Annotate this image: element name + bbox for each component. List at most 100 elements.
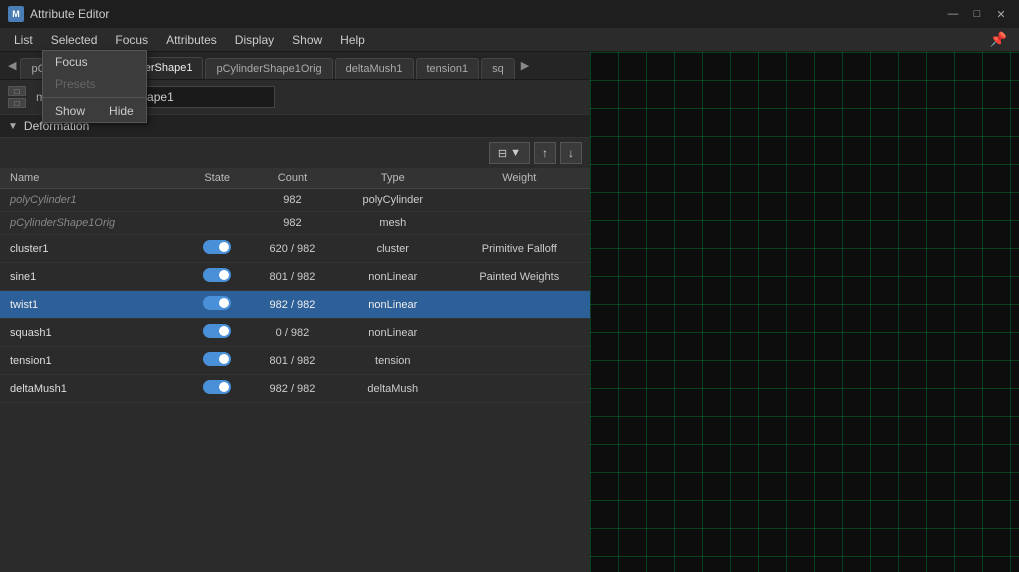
toggle-on[interactable] [203, 352, 231, 366]
dropdown-separator [43, 97, 146, 98]
move-down-button[interactable]: ↓ [560, 142, 582, 164]
row-name: tension1 [0, 347, 186, 375]
dropdown-focus[interactable]: Focus [43, 51, 146, 73]
dropdown-show[interactable]: Show [43, 100, 97, 122]
row-state[interactable] [186, 235, 248, 263]
row-count: 982 / 982 [248, 291, 337, 319]
main-content: ◀ pCylinder1 pCylinderShape1 pCylinderSh… [0, 52, 1019, 572]
row-name: polyCylinder1 [0, 189, 186, 212]
row-count: 0 / 982 [248, 319, 337, 347]
deformation-table: Name State Count Type Weight polyCylinde… [0, 168, 590, 403]
app-window: M Attribute Editor — □ ✕ List Selected F… [0, 0, 1019, 572]
selected-dropdown: FocusPresetsShowHide [42, 50, 147, 123]
deformation-content: ⊟ ▼ ↑ ↓ Name State [0, 138, 590, 572]
toggle-on[interactable] [203, 240, 231, 254]
row-state[interactable] [186, 263, 248, 291]
row-state[interactable] [186, 375, 248, 403]
row-state[interactable] [186, 347, 248, 375]
row-count: 801 / 982 [248, 263, 337, 291]
mesh-icon-bottom[interactable]: □ [8, 98, 26, 108]
row-type: cluster [337, 235, 449, 263]
window-controls: — □ ✕ [943, 6, 1011, 22]
row-name: squash1 [0, 319, 186, 347]
table-row[interactable]: sine1 801 / 982nonLinearPainted Weights [0, 263, 590, 291]
row-type: mesh [337, 212, 449, 235]
row-name: twist1 [0, 291, 186, 319]
row-type: deltaMush [337, 375, 449, 403]
toggle-on[interactable] [203, 268, 231, 282]
tab-next-arrow[interactable]: ▶ [517, 55, 533, 76]
row-count: 620 / 982 [248, 235, 337, 263]
menu-selected[interactable]: Selected [43, 31, 106, 49]
row-state[interactable] [186, 291, 248, 319]
menu-help[interactable]: Help [332, 31, 373, 49]
viewport [590, 52, 1019, 572]
row-weight [449, 347, 590, 375]
row-weight: Painted Weights [449, 263, 590, 291]
menu-bar: List Selected Focus Attributes Display S… [0, 28, 1019, 52]
deformation-table-container[interactable]: Name State Count Type Weight polyCylinde… [0, 168, 590, 572]
tab-sq[interactable]: sq [481, 58, 515, 79]
row-state[interactable] [186, 319, 248, 347]
pin-icon[interactable]: 📌 [984, 29, 1013, 50]
section-arrow[interactable]: ▼ [8, 121, 18, 132]
row-name: pCylinderShape1Orig [0, 212, 186, 235]
filter-arrow-icon: ▼ [510, 147, 521, 159]
row-name: sine1 [0, 263, 186, 291]
close-button[interactable]: ✕ [991, 6, 1011, 22]
row-type: nonLinear [337, 263, 449, 291]
row-count: 982 [248, 189, 337, 212]
toggle-on[interactable] [203, 324, 231, 338]
row-type: polyCylinder [337, 189, 449, 212]
table-row[interactable]: squash1 0 / 982nonLinear [0, 319, 590, 347]
row-weight [449, 375, 590, 403]
toggle-on[interactable] [203, 380, 231, 394]
row-count: 982 [248, 212, 337, 235]
col-state: State [186, 168, 248, 189]
col-type: Type [337, 168, 449, 189]
tab-tension1[interactable]: tension1 [416, 58, 480, 79]
row-weight [449, 291, 590, 319]
menu-show[interactable]: Show [284, 31, 330, 49]
row-name: deltaMush1 [0, 375, 186, 403]
filter-icon: ⊟ [498, 147, 507, 160]
col-weight: Weight [449, 168, 590, 189]
toolbar-row: ⊟ ▼ ↑ ↓ [0, 138, 590, 168]
mesh-icons: □ □ [8, 86, 26, 108]
menu-display[interactable]: Display [227, 31, 282, 49]
deformation-panel: ⊟ ▼ ↑ ↓ Name State [0, 138, 590, 572]
table-row[interactable]: twist1982 / 982nonLinear [0, 291, 590, 319]
filter-button[interactable]: ⊟ ▼ [489, 142, 530, 164]
toggle-on[interactable] [203, 296, 231, 310]
app-icon: M [8, 6, 24, 22]
maximize-button[interactable]: □ [967, 6, 987, 22]
menu-attributes[interactable]: Attributes [158, 31, 225, 49]
row-state [186, 212, 248, 235]
mesh-icon-top[interactable]: □ [8, 86, 26, 96]
row-weight: Primitive Falloff [449, 235, 590, 263]
move-up-button[interactable]: ↑ [534, 142, 556, 164]
table-header-row: Name State Count Type Weight [0, 168, 590, 189]
table-row[interactable]: pCylinderShape1Orig 982mesh [0, 212, 590, 235]
row-state [186, 189, 248, 212]
table-row[interactable]: deltaMush1982 / 982deltaMush [0, 375, 590, 403]
minimize-button[interactable]: — [943, 6, 963, 22]
tab-deltamush1[interactable]: deltaMush1 [335, 58, 414, 79]
window-title: Attribute Editor [30, 7, 937, 21]
table-row[interactable]: tension1 801 / 982tension [0, 347, 590, 375]
row-count: 801 / 982 [248, 347, 337, 375]
left-panel: ◀ pCylinder1 pCylinderShape1 pCylinderSh… [0, 52, 590, 572]
table-row[interactable]: polyCylinder1 982polyCylinder [0, 189, 590, 212]
row-name: cluster1 [0, 235, 186, 263]
col-count: Count [248, 168, 337, 189]
menu-focus[interactable]: Focus [107, 31, 156, 49]
row-type: nonLinear [337, 319, 449, 347]
dropdown-hide[interactable]: Hide [97, 100, 146, 122]
row-type: tension [337, 347, 449, 375]
title-bar: M Attribute Editor — □ ✕ [0, 0, 1019, 28]
tab-prev-arrow[interactable]: ◀ [4, 55, 20, 76]
menu-list[interactable]: List [6, 31, 41, 49]
row-weight [449, 319, 590, 347]
table-row[interactable]: cluster1 620 / 982clusterPrimitive Fallof… [0, 235, 590, 263]
tab-pcylinderShape1orig[interactable]: pCylinderShape1Orig [205, 58, 332, 79]
